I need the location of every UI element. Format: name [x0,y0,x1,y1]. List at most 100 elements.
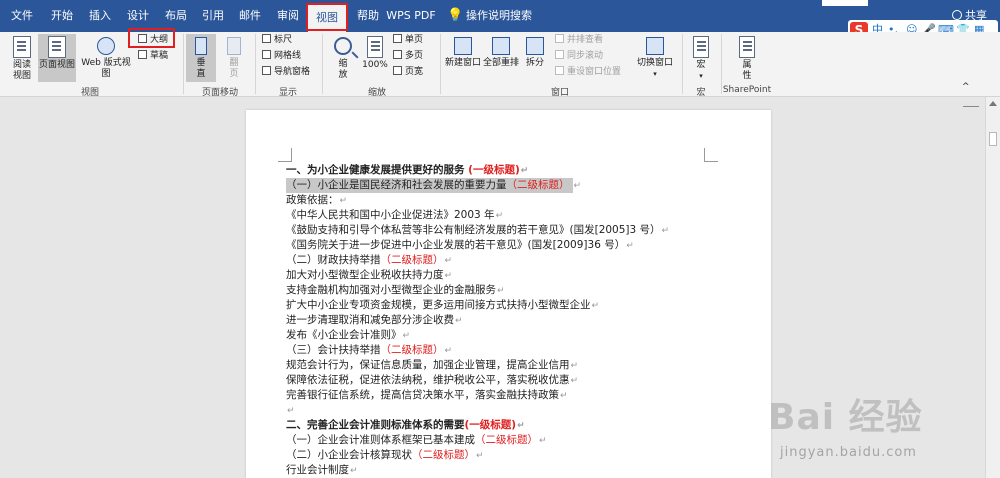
globe-icon [97,37,115,55]
document-paragraph[interactable]: 支持金融机构加强对小型微型企业的金融服务↵ [286,283,746,298]
document-paragraph[interactable]: 《中华人民共和国中小企业促进法》2003 年↵ [286,208,746,223]
paragraph-content: （二）财政扶持举措（二级标题） [286,254,444,266]
paragraph-content: （二）小企业会计核算现状（二级标题） [286,449,475,461]
paragraph-mark-icon: ↵ [339,196,348,206]
document-body[interactable]: 一、为小企业健康发展提供更好的服务 (一级标题)↵ （一）小企业是国民经济和社会发… [286,163,746,478]
arrange-all-label: 全部重排 [482,58,519,68]
split-button[interactable]: 拆分 [520,34,550,69]
new-window-button[interactable]: 新建窗口 [444,34,482,69]
macros-label: 宏 [696,60,706,70]
document-paragraph[interactable]: ↵ [286,403,746,418]
document-paragraph[interactable]: 进一步清理取消和减免部分涉企收费↵ [286,313,746,328]
tab-review[interactable]: 审阅 [270,0,306,32]
paragraph-content: 政策依据： [286,194,339,206]
one-page-button[interactable]: 单页 [393,34,423,47]
paragraph-mark-icon: ↵ [497,286,505,296]
draft-label: 草稿 [150,51,169,61]
print-layout-button[interactable]: 页面视图 [38,34,76,82]
tab-home[interactable]: 开始 [44,0,80,32]
paragraph-mark-icon: ↵ [661,226,670,236]
heading-level-tag: （二级标题） [475,434,538,446]
vertical-label: 垂 直 [196,58,206,79]
vertical-button[interactable]: 垂 直 [186,34,216,82]
document-paragraph[interactable]: 《国务院关于进一步促进中小企业发展的若干意见》(国发[2009]36 号）↵ [286,238,746,253]
paragraph-mark-icon: ↵ [444,346,453,356]
paragraph-text: 支持金融机构加强对小型微型企业的金融服务 [286,284,496,296]
multi-page-button[interactable]: 多页 [393,50,423,63]
paragraph-text: 加大对小型微型企业税收扶持力度 [286,269,444,281]
paragraph-content: 发布《小企业会计准则》 [286,329,402,341]
paragraph-content: 二、完善企业会计准则标准体系的需要(一级标题) [286,419,516,431]
arrange-all-button[interactable]: 全部重排 [482,34,520,69]
document-page[interactable]: 一、为小企业健康发展提供更好的服务 (一级标题)↵ （一）小企业是国民经济和社会发… [246,110,771,478]
tell-me-search[interactable]: 操作说明搜索 [466,0,532,32]
vertical-scrollbar[interactable] [985,97,1000,478]
tab-help[interactable]: 帮助 [350,0,386,32]
document-paragraph[interactable]: 保障依法征税，促进依法纳税，维护税收公平，落实税收优惠↵ [286,373,746,388]
paragraph-content: 《鼓励支持和引导个体私营等非公有制经济发展的若干意见》(国发[2005]3 号） [286,224,661,236]
document-paragraph[interactable]: （三）会计扶持举措（二级标题）↵ [286,343,746,358]
sync-scroll-button[interactable]: 同步滚动 [555,50,603,63]
window-control[interactable] [822,0,868,6]
document-paragraph[interactable]: 完善银行征信系统，提高信贷决策水平，落实金融扶持政策↵ [286,388,746,403]
read-mode-button[interactable]: 阅读 视图 [4,34,40,82]
zoom-100-button[interactable]: 100% [360,34,390,71]
paragraph-content: 规范会计行为，保证信息质量，加强企业管理，提高企业信用 [286,359,570,371]
magnifier-icon [334,37,352,55]
web-layout-label: Web 版式视图 [81,58,131,79]
paragraph-mark-icon: ↵ [455,316,463,326]
tab-wps-pdf[interactable]: WPS PDF [386,0,436,32]
nav-pane-label: 导航窗格 [274,67,311,77]
page-corner-mark [704,148,718,162]
tab-insert[interactable]: 插入 [82,0,118,32]
paragraph-text: （二）小企业会计核算现状 [286,449,412,461]
tab-file[interactable]: 文件 [4,0,40,32]
book-icon [13,36,31,58]
web-layout-button[interactable]: Web 版式视图 [77,34,135,80]
print-layout-label: 页面视图 [38,60,75,70]
scroll-up-icon[interactable] [989,101,997,106]
document-paragraph[interactable]: （二）财政扶持举措（二级标题）↵ [286,253,746,268]
document-paragraph[interactable]: 《鼓励支持和引导个体私营等非公有制经济发展的若干意见》(国发[2005]3 号）… [286,223,746,238]
document-paragraph[interactable]: （二）小企业会计核算现状（二级标题）↵ [286,448,746,463]
document-paragraph[interactable]: 行业会计制度↵ [286,463,746,478]
document-paragraph[interactable]: 一、为小企业健康发展提供更好的服务 (一级标题)↵ [286,163,746,178]
page-100-icon [367,36,383,58]
document-paragraph[interactable]: 政策依据：↵ [286,193,746,208]
collapse-ribbon-icon[interactable]: ^ [962,82,970,93]
zoom-label: 缩 放 [338,59,348,80]
switch-windows-label: 切换窗口 [636,58,673,68]
document-paragraph[interactable]: 扩大中小企业专项资金规模，更多运用间接方式扶持小型微型企业↵ [286,298,746,313]
switch-windows-icon [646,37,664,55]
document-paragraph[interactable]: 二、完善企业会计准则标准体系的需要(一级标题)↵ [286,418,746,433]
nav-pane-checkbox[interactable]: 导航窗格 [262,66,310,79]
paragraph-content: 完善银行征信系统，提高信贷决策水平，落实金融扶持政策 [286,389,559,401]
scroll-thumb[interactable] [989,132,997,146]
page-width-button[interactable]: 页宽 [393,66,423,79]
ruler-marker [963,106,979,107]
heading-level-tag: （二级标题） [412,449,475,461]
switch-windows-button[interactable]: 切换窗口 ▾ [634,34,676,80]
draft-icon [138,50,147,59]
macros-button[interactable]: 宏 ▾ [686,34,716,82]
heading-level-tag: (一级标题) [468,164,520,176]
properties-button[interactable]: 属 性 [730,34,764,82]
side-by-side-button[interactable]: 并排查看 [555,34,603,47]
document-paragraph[interactable]: 规范会计行为，保证信息质量，加强企业管理，提高企业信用↵ [286,358,746,373]
gridlines-checkbox[interactable]: 网格线 [262,50,301,63]
document-paragraph[interactable]: 加大对小型微型企业税收扶持力度↵ [286,268,746,283]
document-paragraph[interactable]: 发布《小企业会计准则》↵ [286,328,746,343]
person-icon [952,10,962,20]
ruler-checkbox[interactable]: 标尺 [262,34,292,47]
gridlines-label: 网格线 [274,51,302,61]
zoom-button[interactable]: 缩 放 [326,34,360,81]
one-page-label: 单页 [405,35,424,45]
reset-window-button[interactable]: 重设窗口位置 [555,66,621,79]
paragraph-mark-icon: ↵ [539,436,547,446]
tab-mailings[interactable]: 邮件 [232,0,268,32]
draft-button[interactable]: 草稿 [138,50,168,63]
document-paragraph[interactable]: （一）企业会计准则体系框架已基本建成（二级标题）↵ [286,433,746,448]
tab-references[interactable]: 引用 [195,0,231,32]
side-to-side-button[interactable]: 翻 页 [219,34,249,80]
document-paragraph[interactable]: （一）小企业是国民经济和社会发展的重要力量（二级标题） ↵ [286,178,746,193]
